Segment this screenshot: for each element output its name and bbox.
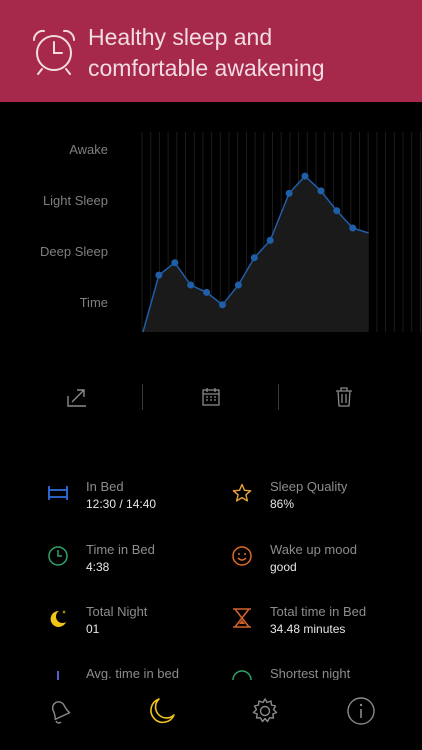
- tab-alarm[interactable]: [42, 694, 76, 728]
- data-point: [285, 189, 293, 197]
- data-point: [203, 288, 211, 296]
- header-title: Healthy sleep and comfortable awakening: [88, 24, 325, 81]
- delete-button[interactable]: [331, 384, 357, 410]
- tab-sleep[interactable]: [144, 694, 178, 728]
- y-axis-label: Time: [80, 295, 108, 310]
- data-point: [349, 224, 357, 232]
- data-point: [250, 254, 258, 262]
- calendar-icon: [202, 388, 220, 406]
- clock-icon: [46, 544, 70, 568]
- stat-value: 34.48 minutes: [270, 622, 346, 636]
- data-point: [219, 301, 226, 309]
- data-point: [234, 281, 242, 289]
- bell-icon: [51, 701, 71, 724]
- stat-value: 86%: [270, 497, 295, 511]
- data-point: [266, 236, 274, 244]
- tab-bar: [0, 680, 422, 750]
- tab-settings[interactable]: [248, 694, 282, 728]
- data-point: [333, 207, 341, 215]
- stat-value: good: [270, 560, 297, 574]
- header-banner: Healthy sleep and comfortable awakening: [0, 0, 422, 102]
- y-axis-label: Awake: [69, 142, 108, 157]
- smiley-icon: [230, 544, 254, 568]
- star-icon: [230, 481, 254, 505]
- stat-value: 01: [86, 622, 100, 636]
- y-axis-label: Deep Sleep: [40, 244, 108, 259]
- stat-value: 12:30 / 14:40: [86, 497, 157, 511]
- data-point: [187, 281, 195, 289]
- stat-label: Wake up mood: [270, 542, 357, 557]
- stat-label: Total time in Bed: [270, 604, 367, 619]
- gear-icon: [252, 698, 278, 723]
- stat-value: 4:38: [86, 560, 110, 574]
- stat-label: Sleep Quality: [270, 479, 348, 494]
- toolbar-divider: [142, 384, 143, 410]
- stat-label: Total Night: [86, 604, 148, 619]
- bed-icon: [46, 481, 70, 505]
- moon-icon: [150, 698, 175, 724]
- share-icon: [67, 389, 86, 407]
- tab-info[interactable]: [344, 694, 378, 728]
- data-point: [301, 172, 309, 180]
- stat-label: Avg. time in bed: [86, 666, 179, 681]
- calendar-button[interactable]: [198, 384, 224, 410]
- moon-stars-icon: [46, 606, 70, 630]
- hourglass-icon: [230, 606, 254, 630]
- data-point: [155, 271, 163, 279]
- data-point: [317, 187, 325, 195]
- toolbar-divider: [278, 384, 279, 410]
- chart-toolbar: [0, 378, 422, 418]
- sleep-chart: Time Deep Sleep Light Sleep Awake: [40, 132, 421, 333]
- stat-label: Time in Bed: [86, 542, 155, 557]
- share-button[interactable]: [64, 384, 90, 410]
- y-axis-label: Light Sleep: [43, 193, 108, 208]
- data-point: [171, 259, 179, 267]
- trash-icon: [336, 387, 352, 407]
- stat-label: Shortest night: [270, 666, 351, 681]
- stat-label: In Bed: [86, 479, 124, 494]
- alarm-clock-icon: [32, 29, 76, 75]
- info-icon: [347, 697, 375, 725]
